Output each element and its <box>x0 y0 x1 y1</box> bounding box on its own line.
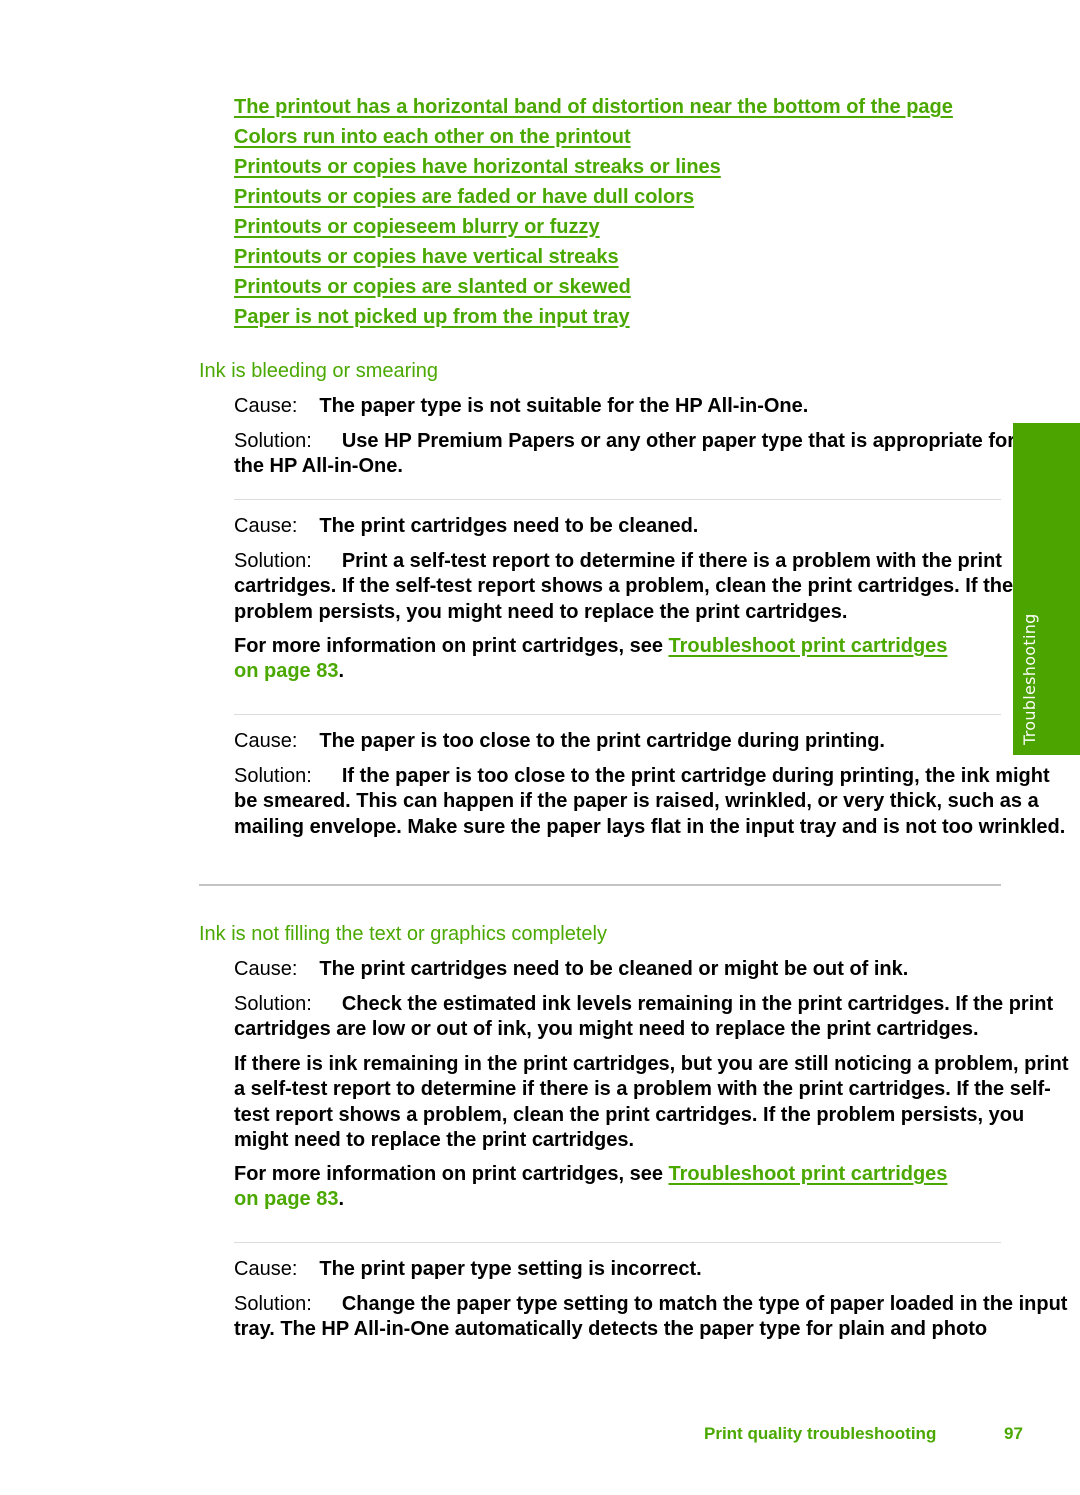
xref-troubleshoot-cartridges[interactable]: Troubleshoot print cartridges <box>669 635 948 657</box>
solution-label: Solution: <box>234 1293 312 1315</box>
entry-divider <box>234 499 1001 500</box>
section-divider <box>199 884 1001 886</box>
entry-divider <box>234 714 1001 715</box>
more-info-period: . <box>338 1188 345 1211</box>
link-paper-not-picked[interactable]: Paper is not picked up from the input tr… <box>234 302 953 332</box>
xref-troubleshoot-cartridges[interactable]: Troubleshoot print cartridges <box>669 1163 948 1185</box>
solution-paragraph: Solution: Print a self-test report to det… <box>234 549 1024 625</box>
cause-text: The paper is too close to the print cart… <box>319 730 885 752</box>
solution-text: Print a self-test report to determine if… <box>234 550 1014 623</box>
cause-label: Cause: <box>234 958 298 980</box>
solution-text: Change the paper type setting to match t… <box>234 1293 1068 1341</box>
cause-text: The print paper type setting is incorrec… <box>319 1258 702 1280</box>
cause-text: The paper type is not suitable for the H… <box>319 395 809 417</box>
cause-paragraph: Cause: The print cartridges need to be cl… <box>234 514 1069 539</box>
section-heading-not-filling: Ink is not filling the text or graphics … <box>199 923 607 945</box>
solution-paragraph: Solution: If the paper is too close to th… <box>234 764 1069 840</box>
footer-section-title: Print quality troubleshooting <box>704 1424 937 1443</box>
xref-page-ref[interactable]: on page 83 <box>234 660 338 682</box>
solution-paragraph: Solution: Change the paper type setting t… <box>234 1292 1069 1343</box>
extra-paragraph: If there is ink remaining in the print c… <box>234 1053 1069 1151</box>
more-info-paragraph: For more information on print cartridges… <box>234 634 964 685</box>
cause-label: Cause: <box>234 515 298 537</box>
solution-label: Solution: <box>234 430 312 452</box>
link-slanted-skewed[interactable]: Printouts or copies are slanted or skewe… <box>234 272 953 302</box>
link-vertical-streaks[interactable]: Printouts or copies have vertical streak… <box>234 242 953 272</box>
more-info-paragraph: For more information on print cartridges… <box>234 1162 964 1213</box>
solution-paragraph: Solution: Check the estimated ink levels … <box>234 992 1069 1043</box>
cause-label: Cause: <box>234 730 298 752</box>
footer-page-number: 97 <box>1004 1424 1023 1443</box>
cause-text: The print cartridges need to be cleaned … <box>319 958 909 980</box>
chapter-side-tab-label: Troubleshooting <box>1020 613 1039 745</box>
solution-label: Solution: <box>234 765 312 787</box>
link-colors-run[interactable]: Colors run into each other on the printo… <box>234 122 953 152</box>
link-faded-colors[interactable]: Printouts or copies are faded or have du… <box>234 182 953 212</box>
link-horizontal-streaks[interactable]: Printouts or copies have horizontal stre… <box>234 152 953 182</box>
cause-paragraph: Cause: The paper type is not suitable for… <box>234 394 1069 419</box>
solution-label: Solution: <box>234 993 312 1015</box>
more-info-period: . <box>338 660 345 683</box>
cause-text: The print cartridges need to be cleaned. <box>319 515 699 537</box>
entry-divider <box>234 1242 1001 1243</box>
link-blurry-fuzzy[interactable]: Printouts or copieseem blurry or fuzzy <box>234 212 953 242</box>
more-info-text: For more information on print cartridges… <box>234 1163 669 1185</box>
cause-paragraph: Cause: The print paper type setting is in… <box>234 1257 1069 1282</box>
cause-label: Cause: <box>234 395 298 417</box>
cause-paragraph: Cause: The print cartridges need to be cl… <box>234 957 1069 982</box>
more-info-text: For more information on print cartridges… <box>234 635 669 657</box>
xref-page-ref[interactable]: on page 83 <box>234 1188 338 1210</box>
cause-paragraph: Cause: The paper is too close to the prin… <box>234 729 1069 754</box>
solution-paragraph: Solution: Use HP Premium Papers or any ot… <box>234 429 1024 480</box>
solution-text: Use HP Premium Papers or any other paper… <box>234 430 1015 478</box>
link-horizontal-band[interactable]: The printout has a horizontal band of di… <box>234 92 953 122</box>
solution-text: Check the estimated ink levels remaining… <box>234 993 1054 1041</box>
related-links-list: The printout has a horizontal band of di… <box>234 92 953 332</box>
solution-label: Solution: <box>234 550 312 572</box>
solution-text: If the paper is too close to the print c… <box>234 765 1066 838</box>
cause-label: Cause: <box>234 1258 298 1280</box>
section-heading-bleeding: Ink is bleeding or smearing <box>199 360 439 382</box>
